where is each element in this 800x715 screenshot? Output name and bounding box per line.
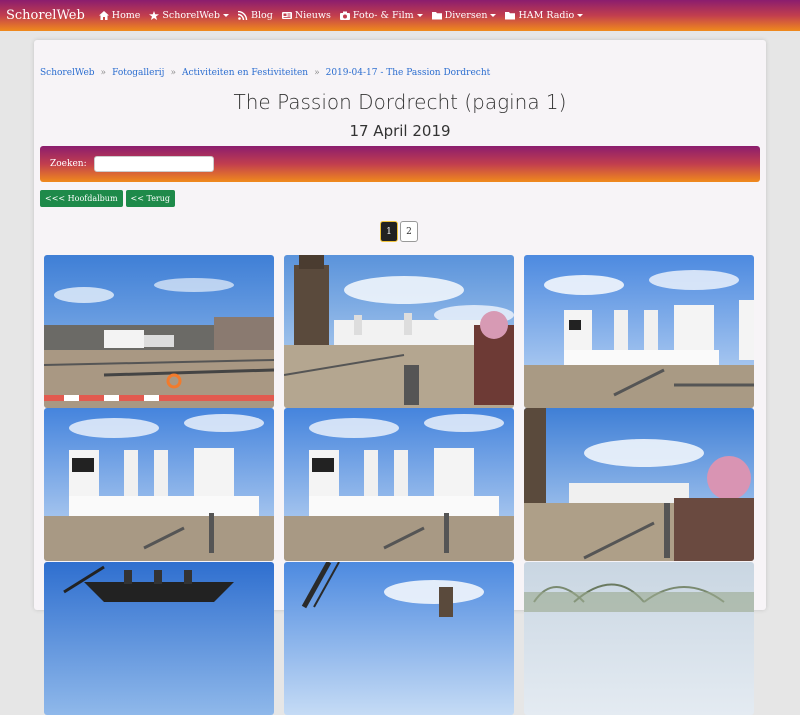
newspaper-icon [281, 12, 292, 19]
nav-nieuws[interactable]: Nieuws [281, 10, 331, 21]
chevron-down-icon [416, 14, 423, 17]
photo-thumbnail[interactable] [524, 562, 754, 715]
photo-thumbnail[interactable] [44, 562, 274, 715]
breadcrumb-item-current[interactable]: 2019-04-17 - The Passion Dordrecht [326, 68, 491, 78]
navbar: SchorelWeb Home SchorelWeb Blog Nieuws F… [0, 0, 800, 31]
page-button-1[interactable]: 1 [380, 221, 398, 242]
camera-icon [339, 11, 350, 20]
nav-nieuws-label: Nieuws [294, 10, 331, 21]
chevron-down-icon [490, 14, 497, 17]
brand-link[interactable]: SchorelWeb [6, 8, 85, 23]
folder-icon [431, 12, 442, 20]
photo-thumbnail[interactable] [44, 255, 274, 408]
nav-ham-radio-label: HAM Radio [518, 10, 575, 21]
page-subtitle: 17 April 2019 [349, 122, 451, 140]
breadcrumb-item-activiteiten[interactable]: Activiteiten en Festiviteiten [182, 68, 308, 78]
photo-image [284, 562, 514, 715]
chevron-down-icon [222, 14, 229, 17]
search-label: Zoeken: [50, 159, 87, 169]
photo-image [524, 255, 754, 408]
breadcrumb-separator: » [314, 68, 320, 78]
search-bar: Zoeken: [40, 146, 760, 182]
photo-image [44, 562, 274, 715]
photo-image [284, 408, 514, 561]
photo-image [44, 408, 274, 561]
breadcrumb-item-fotogallerij[interactable]: Fotogallerij [112, 68, 164, 78]
photo-image [524, 562, 754, 715]
page-title: The Passion Dordrecht (pagina 1) [233, 90, 567, 114]
pagination: 1 2 [380, 221, 418, 242]
main-album-button[interactable]: <<< Hoofdalbum [40, 190, 123, 207]
breadcrumb: SchorelWeb » Fotogallerij » Activiteiten en … [40, 68, 490, 78]
nav-diversen[interactable]: Diversen [431, 10, 497, 21]
home-icon [98, 11, 109, 20]
rss-icon [237, 11, 248, 20]
photo-image [284, 255, 514, 408]
photo-image [524, 408, 754, 561]
chevron-down-icon [577, 14, 584, 17]
photo-thumbnail[interactable] [284, 408, 514, 561]
album-nav-buttons: <<< Hoofdalbum << Terug [40, 190, 176, 207]
nav-blog-label: Blog [250, 10, 273, 21]
breadcrumb-separator: » [170, 68, 176, 78]
main-container: SchorelWeb » Fotogallerij » Activiteiten en … [34, 40, 766, 715]
nav-foto-film-label: Foto- & Film [352, 10, 414, 21]
breadcrumb-item-schorelweb[interactable]: SchorelWeb [40, 68, 95, 78]
nav-home[interactable]: Home [98, 10, 141, 21]
photo-image [44, 255, 274, 408]
photo-thumbnail[interactable] [524, 255, 754, 408]
nav-home-label: Home [111, 10, 141, 21]
nav-foto-film[interactable]: Foto- & Film [339, 10, 423, 21]
folder-icon [505, 12, 516, 20]
photo-thumbnail[interactable] [524, 408, 754, 561]
search-input[interactable] [93, 156, 214, 172]
photo-thumbnail[interactable] [284, 562, 514, 715]
star-icon [149, 11, 160, 20]
photo-thumbnail[interactable] [44, 408, 274, 561]
photo-thumbnail[interactable] [284, 255, 514, 408]
page-button-2[interactable]: 2 [400, 221, 418, 242]
nav-diversen-label: Diversen [444, 10, 488, 21]
breadcrumb-separator: » [100, 68, 107, 78]
nav-schorelweb-label: SchorelWeb [162, 10, 220, 21]
nav-blog[interactable]: Blog [237, 10, 273, 21]
back-button[interactable]: << Terug [125, 190, 176, 207]
nav-schorelweb[interactable]: SchorelWeb [149, 10, 229, 21]
nav-ham-radio[interactable]: HAM Radio [505, 10, 584, 21]
